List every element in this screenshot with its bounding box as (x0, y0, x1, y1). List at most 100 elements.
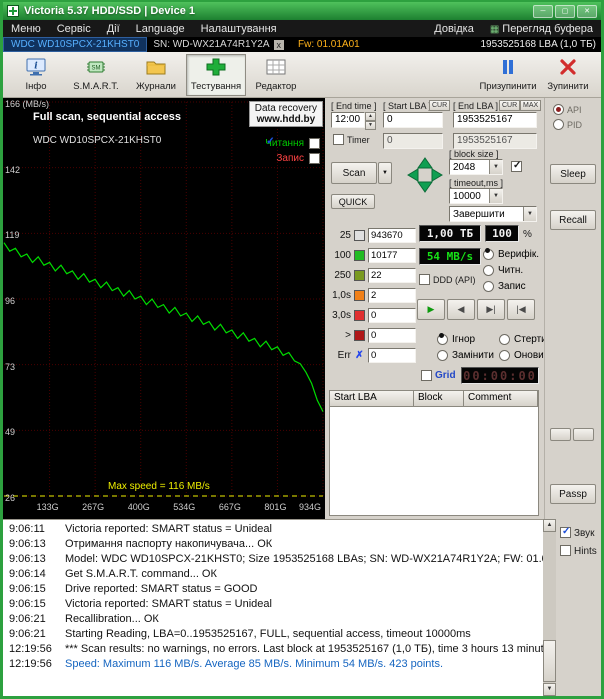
pause-button[interactable]: Призупинити (478, 54, 538, 96)
scroll-up-icon[interactable]: ▲ (543, 519, 556, 532)
scroll-down-icon[interactable]: ▼ (543, 683, 556, 696)
spin-up-icon[interactable]: ▲ (365, 112, 376, 121)
action-option-radio-3[interactable] (499, 350, 510, 361)
mode-option-2[interactable]: Запис (483, 278, 539, 294)
ddd-checkbox[interactable] (419, 274, 430, 285)
log-line: 9:06:15Victoria reported: SMART status =… (3, 598, 543, 613)
start-lba-input[interactable]: 0 (383, 112, 443, 128)
quick-button[interactable]: QUICK (331, 194, 375, 209)
info-button[interactable]: i Інфо (6, 54, 66, 96)
log-scrollbar[interactable]: ▲ ▼ (543, 519, 556, 696)
journals-button[interactable]: Журнали (126, 54, 186, 96)
stat-count: 0 (368, 328, 416, 343)
tab-device-model[interactable]: WDC WD10SPCX-21KHST0 (3, 37, 147, 52)
chevron-down-icon[interactable]: ▼ (489, 189, 502, 203)
menu-item-0[interactable]: Меню (3, 23, 49, 35)
app-icon (7, 5, 19, 17)
editor-grid-icon (265, 57, 287, 80)
stat-row->: >0 (329, 325, 416, 345)
api-radio[interactable] (553, 104, 564, 115)
end-time-input[interactable]: 12:00 (331, 112, 365, 128)
menu-help[interactable]: Довідка (426, 23, 482, 35)
scroll-thumb[interactable] (543, 640, 556, 682)
smart-chip-icon: SM (85, 57, 107, 80)
stat-count: 0 (368, 308, 416, 323)
testing-button[interactable]: Тестування (186, 54, 246, 96)
pid-radio[interactable] (553, 119, 564, 130)
write-checkbox[interactable] (309, 153, 320, 164)
end-lba-cur-button[interactable]: CUR (499, 100, 520, 111)
passport-button[interactable]: Passp (550, 484, 596, 504)
mode-option-radio-1[interactable] (483, 265, 494, 276)
chevron-down-icon[interactable]: ▼ (523, 207, 536, 221)
action-option-radio-0[interactable] (437, 334, 448, 345)
action-option-radio-2[interactable] (437, 350, 448, 361)
scan-button[interactable]: Scan (331, 162, 377, 184)
mode-option-1[interactable]: Читн. (483, 262, 539, 278)
menu-item-4[interactable]: Налаштування (193, 23, 285, 35)
percent-display: 100 (485, 225, 519, 242)
stop-button[interactable]: Зупинити (538, 54, 598, 96)
timer-value-input[interactable]: 0 (383, 133, 443, 149)
column-block[interactable]: Block (414, 391, 464, 407)
start-lba-label: [ Start LBA ] (383, 101, 431, 111)
sound-checkbox[interactable] (560, 527, 571, 538)
sleep-button[interactable]: Sleep (550, 164, 596, 184)
scan-dropdown-icon[interactable]: ▼ (378, 162, 392, 184)
chevron-down-icon[interactable]: ▼ (489, 160, 502, 174)
stat-count: 943670 (368, 228, 416, 243)
x-axis-label: 133G (37, 502, 59, 512)
close-tab-icon[interactable]: x (274, 40, 285, 50)
mode-option-radio-2[interactable] (483, 281, 494, 292)
finish-action-select[interactable]: Завершити▼ (449, 206, 537, 222)
minimize-icon[interactable]: ─ (533, 5, 553, 18)
timeout-value: 10000 (453, 191, 481, 202)
step-back-button[interactable]: ◀ (447, 299, 475, 320)
start-lba-cur-button[interactable]: CUR (429, 100, 450, 111)
direction-pad[interactable] (403, 153, 447, 197)
close-icon[interactable]: ✕ (577, 5, 597, 18)
menu-item-2[interactable]: Дії (99, 23, 128, 35)
auto-block-checkbox[interactable] (511, 161, 522, 172)
spin-down-icon[interactable]: ▼ (365, 121, 376, 130)
side-small-button-1[interactable] (550, 428, 571, 441)
editor-button[interactable]: Редактор (246, 54, 306, 96)
device-capacity: 1953525168 LBA (1,0 ТБ) (480, 39, 601, 50)
hints-checkbox[interactable] (560, 545, 571, 556)
column-start-lba[interactable]: Start LBA (330, 391, 414, 407)
end-time-spinner[interactable]: ▲▼ (365, 112, 376, 128)
timer-checkbox[interactable] (333, 134, 344, 145)
log-line: 9:06:21Starting Reading, LBA=0..19535251… (3, 628, 543, 643)
stop-x-icon (557, 57, 579, 80)
timeout-select[interactable]: 10000 ▼ (449, 188, 503, 204)
smart-button[interactable]: SM S.M.A.R.T. (66, 54, 126, 96)
scroll-track[interactable] (543, 532, 556, 683)
latency-stats: 2594367010010177250221,0s23,0s0>0Err✗0 (329, 225, 416, 365)
start-scan-button[interactable]: ▶ (417, 299, 445, 320)
log-panel: 9:06:11Victoria reported: SMART status =… (3, 519, 543, 696)
menu-item-3[interactable]: Language (128, 23, 193, 35)
action-option-0[interactable]: Ігнор (437, 331, 497, 347)
app-window: Victoria 5.37 HDD/SSD | Device 1 ─ ▢ ✕ М… (0, 0, 604, 699)
jump-end-button[interactable]: ▶| (477, 299, 505, 320)
maximize-icon[interactable]: ▢ (555, 5, 575, 18)
end-lba-max-button[interactable]: MAX (520, 100, 541, 111)
recall-button[interactable]: Recall (550, 210, 596, 230)
read-checkbox[interactable] (309, 138, 320, 149)
mode-option-0[interactable]: Верифік. (483, 246, 539, 262)
journals-label: Журнали (136, 81, 176, 92)
action-option-2[interactable]: Замінити (437, 347, 497, 363)
side-small-button-2[interactable] (573, 428, 594, 441)
column-comment[interactable]: Comment (464, 391, 538, 407)
smart-label: S.M.A.R.T. (73, 81, 118, 92)
action-option-radio-1[interactable] (499, 334, 510, 345)
stat-swatch (354, 310, 365, 321)
end-lba-input[interactable]: 1953525167 (453, 112, 537, 128)
menu-item-1[interactable]: Сервіс (49, 23, 99, 35)
grid-checkbox[interactable] (421, 370, 432, 381)
block-size-select[interactable]: 2048▼ (449, 159, 503, 175)
jump-start-button[interactable]: |◀ (507, 299, 535, 320)
tab-device-serial[interactable]: SN: WD-WX21A74R1Y2A x (147, 39, 290, 50)
pause-label: Призупинити (479, 81, 536, 92)
menu-buffer-view[interactable]: ▦Перегляд буфера (482, 23, 601, 35)
